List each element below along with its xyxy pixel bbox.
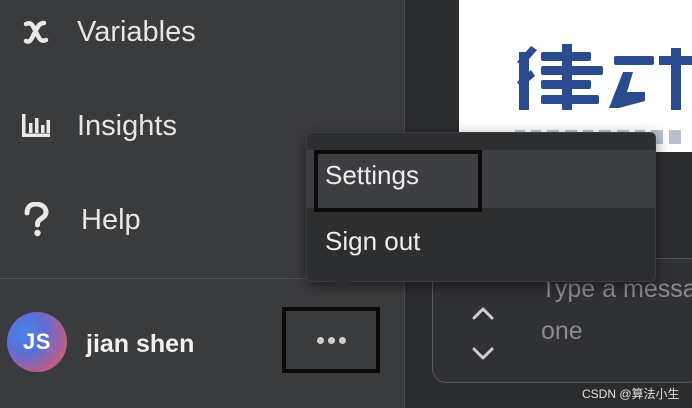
menu-pointer (333, 281, 351, 291)
avatar[interactable]: JS (7, 312, 67, 372)
bar-chart-icon (18, 108, 54, 144)
sidebar-item-label: Help (81, 204, 141, 236)
sidebar-item-label: Variables (77, 16, 196, 48)
menu-item-sign-out[interactable]: Sign out (306, 212, 656, 268)
logo-image (459, 0, 692, 152)
chevron-down-icon[interactable] (470, 344, 496, 364)
watermark: CSDN @算法小生 (582, 387, 680, 401)
avatar-initials: JS (23, 329, 51, 354)
variable-x-icon (18, 14, 54, 50)
chevron-up-icon[interactable] (470, 303, 496, 323)
ellipsis-icon (316, 336, 346, 344)
menu-item-label: Sign out (325, 226, 421, 256)
sidebar-item-variables[interactable]: Variables (0, 2, 404, 62)
highlight-box (314, 150, 482, 212)
user-name: jian shen (86, 330, 195, 358)
question-mark-icon (18, 202, 54, 238)
more-options-button[interactable] (282, 307, 380, 373)
sidebar-item-label: Insights (77, 110, 177, 142)
